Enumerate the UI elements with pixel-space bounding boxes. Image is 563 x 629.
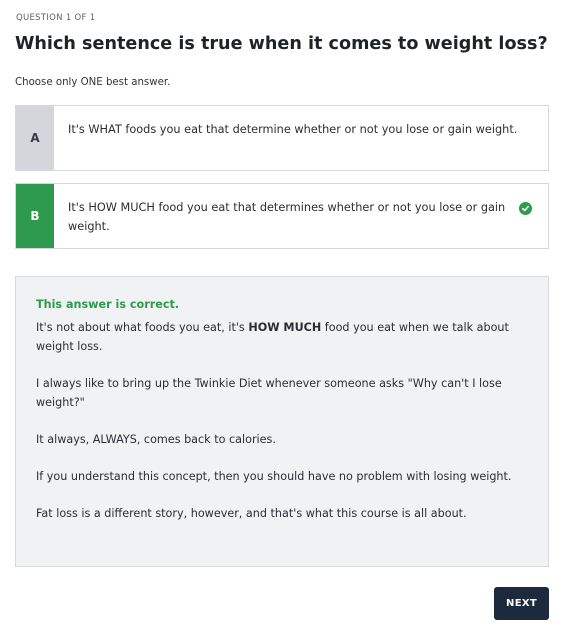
answer-option-b[interactable]: B It's HOW MUCH food you eat that determ… bbox=[15, 183, 549, 249]
check-circle-icon bbox=[519, 202, 532, 215]
option-text-b: It's HOW MUCH food you eat that determin… bbox=[68, 201, 506, 233]
question-title: Which sentence is true when it comes to … bbox=[15, 34, 548, 54]
feedback-paragraph-4: If you understand this concept, then you… bbox=[36, 470, 512, 483]
quiz-page: QUESTION 1 OF 1 Which sentence is true w… bbox=[0, 0, 563, 629]
feedback-paragraph-1: It's not about what foods you eat, it's … bbox=[36, 321, 509, 353]
next-button[interactable]: NEXT bbox=[494, 587, 549, 620]
feedback-status: This answer is correct. bbox=[36, 298, 180, 311]
answer-feedback-panel: This answer is correct. It's not about w… bbox=[15, 276, 549, 567]
option-letter-a: A bbox=[16, 106, 54, 170]
question-counter: QUESTION 1 OF 1 bbox=[16, 13, 96, 23]
feedback-paragraph-5: Fat loss is a different story, however, … bbox=[36, 507, 467, 520]
question-instruction: Choose only ONE best answer. bbox=[15, 77, 171, 88]
feedback-paragraph-3: It always, ALWAYS, comes back to calorie… bbox=[36, 433, 276, 446]
feedback-emphasis: HOW MUCH bbox=[248, 321, 322, 334]
answer-option-a[interactable]: A It's WHAT foods you eat that determine… bbox=[15, 105, 549, 171]
option-text-a: It's WHAT foods you eat that determine w… bbox=[68, 123, 518, 136]
feedback-paragraph-2: I always like to bring up the Twinkie Di… bbox=[36, 377, 502, 409]
option-letter-b: B bbox=[16, 184, 54, 248]
